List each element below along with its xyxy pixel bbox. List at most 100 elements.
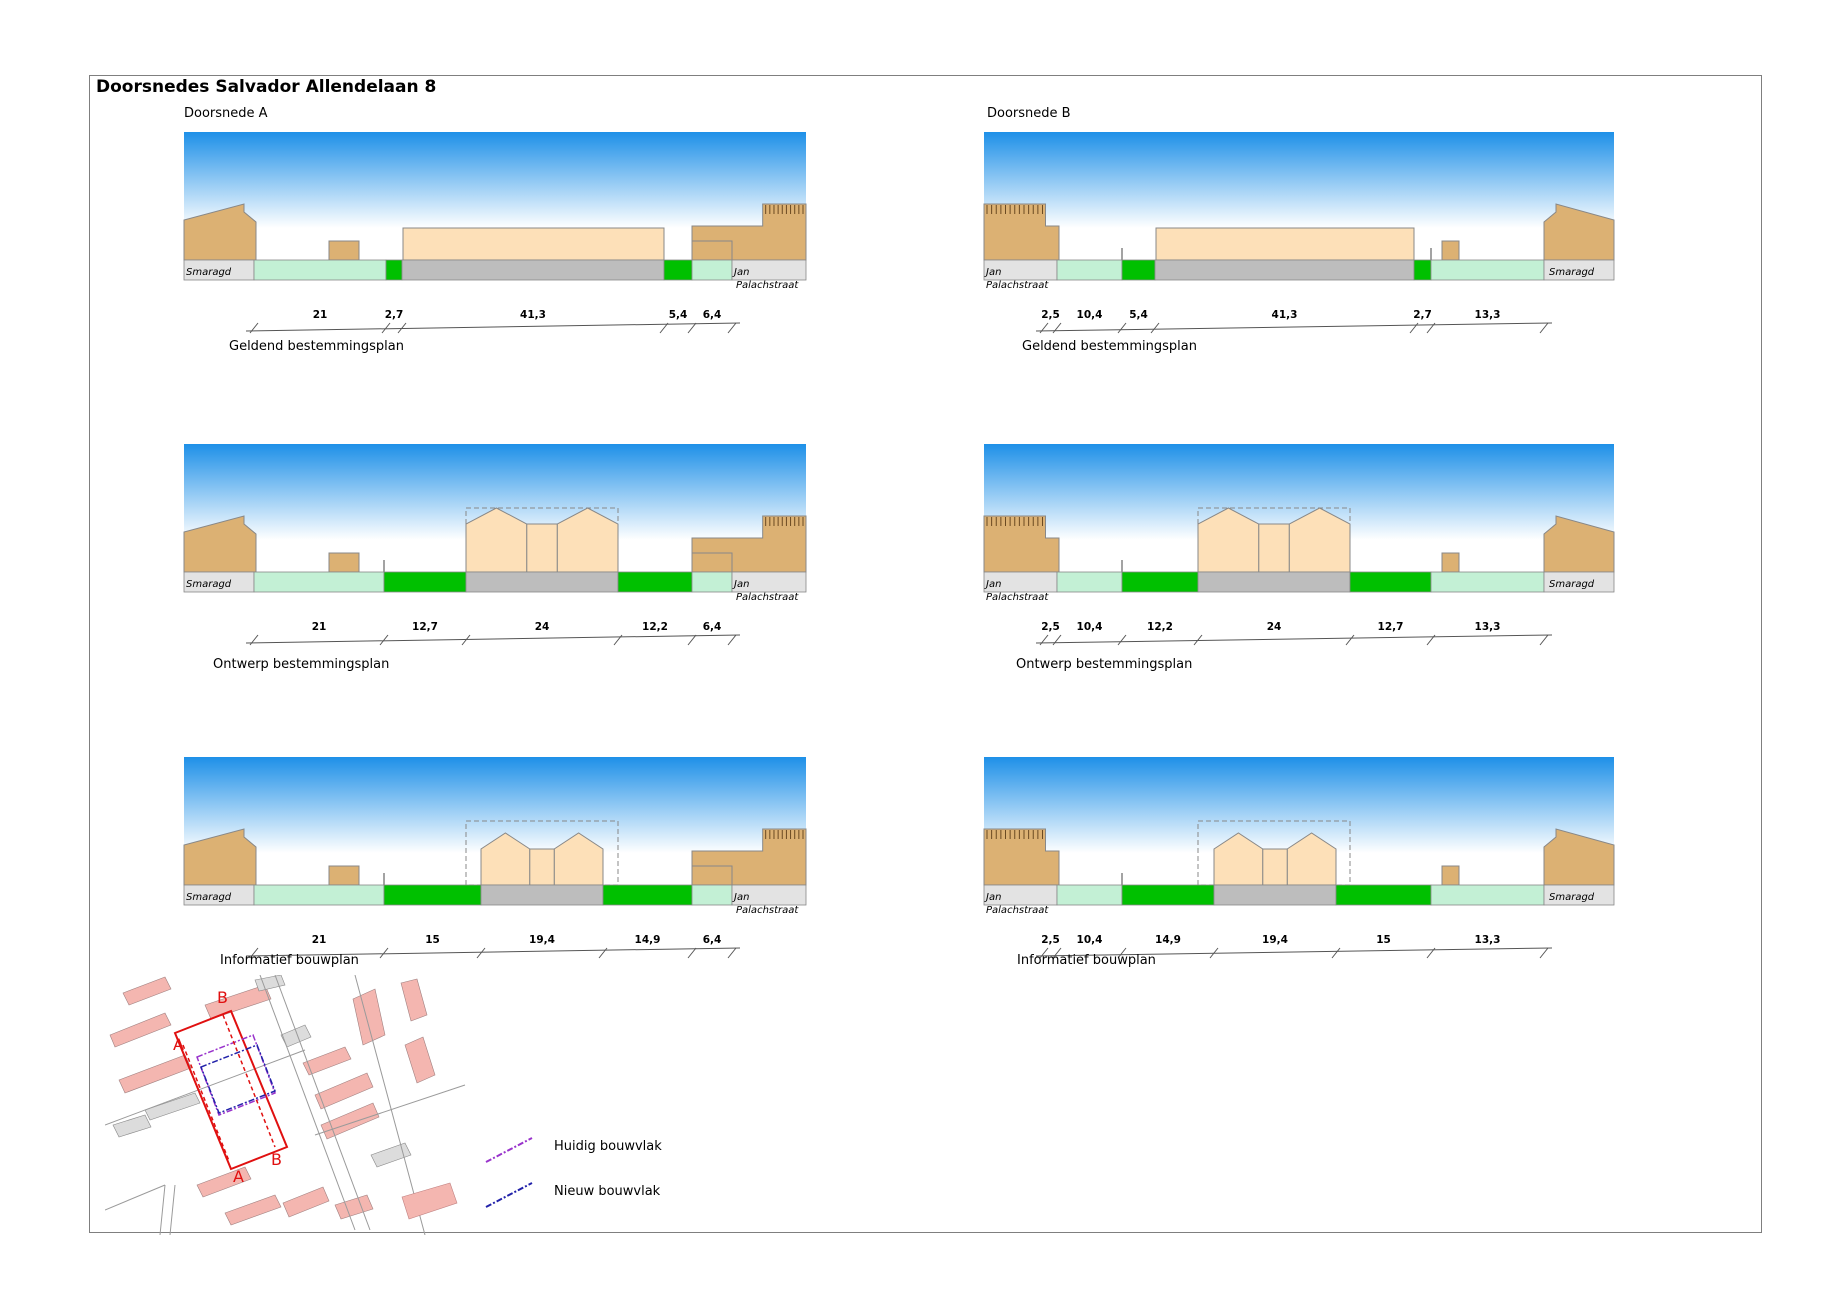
section-b-dimension-tick <box>1150 322 1160 334</box>
ground-strip <box>691 884 733 906</box>
right-street-label: Smaragd <box>1549 267 1595 278</box>
section-b-dimension-label: 13,3 <box>1475 309 1501 321</box>
right-street-label-line2: Palachstraat <box>736 280 799 291</box>
shed <box>1441 552 1460 573</box>
right-street-label: Jan <box>732 267 749 278</box>
ground-strip <box>1349 571 1432 593</box>
shed <box>1441 240 1460 261</box>
ground-strip <box>1213 884 1337 906</box>
section-b-dimension-tick <box>1117 634 1127 646</box>
ground-strip <box>1121 884 1215 906</box>
section-b-dimension-tick <box>1117 322 1127 334</box>
section-b-dimension-label: 19,4 <box>1262 934 1288 946</box>
legend-new-line <box>485 1182 533 1208</box>
ground-strip <box>401 259 665 281</box>
right-street-label: Jan <box>732 579 749 590</box>
shed <box>328 865 360 886</box>
section-a-building-plan-caption: Informatief bouwplan <box>220 953 359 968</box>
ground-strip <box>1430 259 1545 281</box>
section-a-dimension-tick <box>249 322 259 334</box>
section-b-title: Doorsnede B <box>987 106 1071 121</box>
section-b-building-plan-caption: Informatief bouwplan <box>1017 953 1156 968</box>
left-street-label: Jan <box>984 579 1001 590</box>
left-street-label-line2: Palachstraat <box>986 905 1049 916</box>
section-a-building-plan-panel: Smaragd Jan Palachstraat 21 15 19,4 14,9 6,4 <box>183 757 807 959</box>
section-a-dimension-label: 6,4 <box>703 621 722 633</box>
section-a-dimension-label: 6,4 <box>703 934 722 946</box>
left-street-label: Jan <box>984 267 1001 278</box>
annex <box>691 865 733 886</box>
section-b-dimension-label: 12,2 <box>1147 621 1173 633</box>
annex <box>691 240 733 261</box>
section-a-dimension-tick <box>727 947 737 959</box>
section-a-dimension-label: 21 <box>313 309 328 321</box>
section-a-dimension-tick <box>249 634 259 646</box>
legend-current-label: Huidig bouwvlak <box>554 1139 662 1154</box>
section-b-dimension-tick <box>1409 322 1419 334</box>
left-street-label: Smaragd <box>186 267 232 278</box>
section-b-dimension-label: 2,5 <box>1041 621 1060 633</box>
section-a-existing-caption: Geldend bestemmingsplan <box>229 339 404 354</box>
ground-strip <box>1056 571 1123 593</box>
right-street-label: Smaragd <box>1549 892 1595 903</box>
section-b-dimension-label: 14,9 <box>1155 934 1181 946</box>
section-a-existing-panel: Smaragd Jan Palachstraat 21 2,7 41,3 5,4 6,4 <box>183 132 807 334</box>
ground-strip <box>691 571 733 593</box>
section-a-dimension-label: 2,7 <box>385 309 404 321</box>
section-b-existing-caption: Geldend bestemmingsplan <box>1022 339 1197 354</box>
ground-strip <box>385 259 403 281</box>
page-title: Doorsnedes Salvador Allendelaan 8 <box>96 77 437 97</box>
shed <box>1441 865 1460 886</box>
section-a-dimension-tick <box>598 947 608 959</box>
section-b-dimension-label: 13,3 <box>1475 934 1501 946</box>
section-b-dimension-label: 13,3 <box>1475 621 1501 633</box>
section-b-dimension-tick <box>1539 322 1549 334</box>
ground-strip <box>1197 571 1351 593</box>
section-b-dimension-label: 5,4 <box>1129 309 1148 321</box>
section-b-dimension-line <box>1035 634 1553 644</box>
section-b-dimension-label: 41,3 <box>1272 309 1298 321</box>
section-b-dimension-tick <box>1345 634 1355 646</box>
section-b-dimension-label: 15 <box>1376 934 1391 946</box>
section-b-draft-panel: Jan Palachstraat Smaragd 2,5 10,4 12,2 24 12,7 1… <box>983 444 1615 646</box>
section-a-dimension-label: 21 <box>312 621 327 633</box>
right-street-label-line2: Palachstraat <box>736 905 799 916</box>
section-b-building-plan-panel: Jan Palachstraat Smaragd 2,5 10,4 14,9 19,4 15 1… <box>983 757 1615 959</box>
section-a-dimension-tick <box>727 634 737 646</box>
section-b-dimension-label: 2,5 <box>1041 934 1060 946</box>
section-b-dimension-tick <box>1052 634 1062 646</box>
section-a-dimension-label: 24 <box>535 621 550 633</box>
ground-strip <box>465 571 619 593</box>
section-b-draft-caption: Ontwerp bestemmingsplan <box>1016 657 1193 672</box>
section-a-draft-caption: Ontwerp bestemmingsplan <box>213 657 390 672</box>
section-a-dimension-label: 12,2 <box>642 621 668 633</box>
shed <box>328 552 360 573</box>
section-b-dimension-line <box>1035 322 1553 332</box>
map-marker-b-top: B <box>217 988 228 1007</box>
section-a-dimension-line <box>245 322 741 332</box>
section-b-dimension-label: 10,4 <box>1077 621 1103 633</box>
map-marker-a-bottom: A <box>233 1167 244 1186</box>
legend-new-label: Nieuw bouwvlak <box>554 1184 661 1199</box>
left-street-label: Smaragd <box>186 892 232 903</box>
section-a-dimension-label: 5,4 <box>669 309 688 321</box>
ground-strip <box>1430 884 1545 906</box>
section-a-dimension-label: 41,3 <box>520 309 546 321</box>
ground-strip <box>663 259 693 281</box>
ground-strip <box>383 571 467 593</box>
section-a-dimension-tick <box>687 947 697 959</box>
map-marker-a-top: A <box>173 1035 184 1054</box>
section-b-dimension-tick <box>1331 947 1341 959</box>
section-a-dimension-label: 15 <box>425 934 440 946</box>
map-marker-b-bottom: B <box>271 1150 282 1169</box>
existing-building <box>402 227 665 261</box>
section-a-dimension-label: 6,4 <box>703 309 722 321</box>
shed <box>328 240 360 261</box>
ground-strip <box>1430 571 1545 593</box>
ground-strip <box>480 884 604 906</box>
section-a-dimension-tick <box>461 634 471 646</box>
section-b-dimension-label: 10,4 <box>1077 934 1103 946</box>
section-a-dimension-tick <box>727 322 737 334</box>
location-map: B A B A <box>104 974 475 1236</box>
left-street-label-line2: Palachstraat <box>986 280 1049 291</box>
